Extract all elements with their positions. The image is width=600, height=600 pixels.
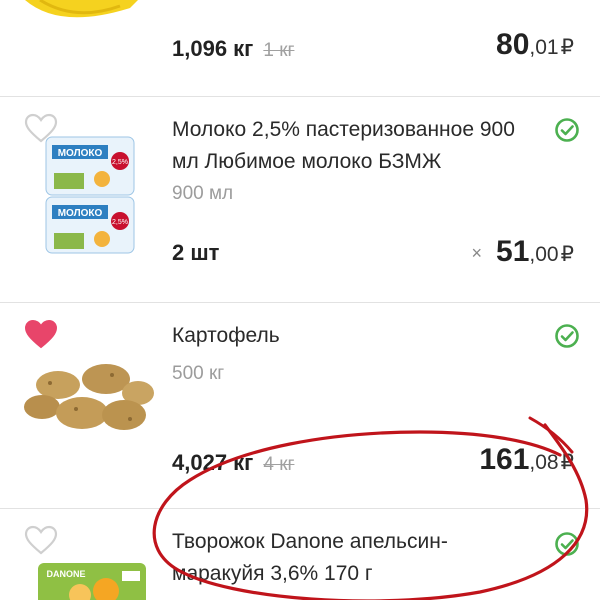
banana-image [25, 0, 138, 18]
package-text-top: МОЛОКО [58, 148, 103, 159]
cart-item-bananas: 1,096 кг 1 кг 80,01₽ [0, 0, 600, 96]
check-circle-icon[interactable] [554, 323, 580, 349]
item-old-quantity: 1 кг [263, 40, 295, 61]
package-text-bottom: МОЛОКО [58, 208, 103, 219]
cart-item-curd[interactable]: DANONE Творожок Danone апельсин-маракуйя… [0, 509, 600, 600]
heart-icon[interactable] [24, 319, 58, 349]
curd-package-image: DANONE [38, 563, 146, 600]
item-old-quantity: 4 кг [263, 454, 295, 475]
check-circle-icon[interactable] [554, 531, 580, 557]
item-price: 80,01₽ [496, 28, 574, 61]
item-name: Молоко 2,5% пастеризованное 900 мл Любим… [172, 118, 515, 173]
milk-package-image: МОЛОКО МОЛОКО 2,5% 2,5% [45, 136, 135, 254]
item-price: 161,08₽ [479, 443, 574, 476]
cart-item-potato[interactable]: Картофель 500 кг 4,027 кг 4 кг 161,08₽ [0, 303, 600, 508]
times-sign: × [471, 243, 482, 263]
item-quantity: 2 шт [172, 240, 220, 265]
item-name: Картофель [172, 324, 280, 347]
cart-item-milk[interactable]: МОЛОКО МОЛОКО 2,5% 2,5% Молоко 2,5% паст… [0, 97, 600, 302]
item-price: 51,00₽ [496, 235, 574, 268]
item-volume: 900 мл [172, 183, 234, 204]
item-name: Творожок Danone апельсин-маракуйя 3,6% 1… [172, 530, 448, 585]
package-percent-bottom: 2,5% [112, 219, 128, 226]
package-percent-top: 2,5% [112, 159, 128, 166]
item-quantity: 1,096 кг 1 кг [172, 36, 295, 61]
item-quantity: 4,027 кг 4 кг [172, 450, 295, 475]
package-text-curd: DANONE [46, 569, 85, 579]
potato-image [24, 364, 154, 430]
item-volume: 500 кг [172, 363, 225, 384]
check-circle-icon[interactable] [554, 117, 580, 143]
heart-icon[interactable] [24, 525, 58, 555]
